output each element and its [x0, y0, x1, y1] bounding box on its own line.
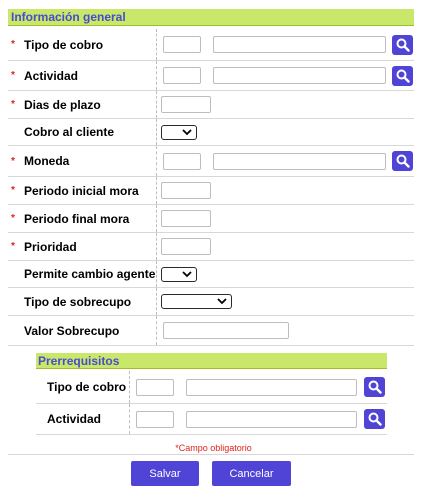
- row-valor-sobrecupo: Valor Sobrecupo: [8, 316, 414, 346]
- cobro-cliente-label: Cobro al cliente: [24, 125, 115, 139]
- chevron-down-icon: [182, 270, 192, 277]
- tipo-cobro-code-input[interactable]: [163, 36, 201, 53]
- periodo-final-label: Periodo final mora: [24, 211, 130, 226]
- pre-actividad-desc-input[interactable]: [186, 410, 357, 428]
- row-permite-cambio: Permite cambio agente: [8, 261, 414, 288]
- row-periodo-final: * Periodo final mora: [8, 205, 414, 233]
- search-icon: [396, 69, 410, 83]
- actividad-desc-input[interactable]: [213, 67, 386, 84]
- divider: [156, 316, 157, 345]
- row-actividad: * Actividad: [8, 61, 414, 91]
- search-icon: [396, 154, 410, 168]
- row-tipo-sobrecupo: Tipo de sobrecupo: [8, 288, 414, 316]
- tipo-sobrecupo-label: Tipo de sobrecupo: [24, 294, 132, 309]
- search-icon: [396, 38, 410, 52]
- pre-tipo-cobro-label: Tipo de cobro: [47, 380, 127, 394]
- permite-cambio-label: Permite cambio agente: [24, 267, 156, 281]
- dias-plazo-label: Dias de plazo: [24, 97, 101, 112]
- row-tipo-cobro: * Tipo de cobro: [8, 29, 414, 61]
- divider: [156, 29, 157, 60]
- required-note: *Campo obligatorio: [175, 443, 252, 453]
- periodo-inicial-input[interactable]: [161, 182, 211, 199]
- required-marker: *: [11, 155, 15, 167]
- prioridad-input[interactable]: [161, 238, 211, 255]
- pre-actividad-code-input[interactable]: [136, 410, 174, 428]
- cancel-button[interactable]: Cancelar: [212, 461, 291, 486]
- required-marker: *: [11, 39, 15, 50]
- divider: [156, 61, 157, 90]
- required-marker: *: [11, 241, 15, 252]
- dias-plazo-input[interactable]: [161, 96, 211, 113]
- divider: [129, 404, 130, 434]
- search-icon: [368, 412, 382, 426]
- tipo-cobro-desc-input[interactable]: [213, 36, 386, 53]
- divider: [156, 91, 157, 118]
- moneda-desc-input[interactable]: [213, 152, 386, 170]
- divider: [156, 146, 157, 176]
- footer-divider: [8, 454, 414, 455]
- permite-cambio-select[interactable]: [161, 266, 197, 282]
- row-pre-actividad: Actividad: [36, 404, 387, 435]
- actividad-label: Actividad: [24, 68, 79, 83]
- row-cobro-cliente: Cobro al cliente: [8, 119, 414, 146]
- required-marker: *: [11, 99, 15, 110]
- chevron-down-icon: [182, 128, 192, 135]
- row-pre-tipo-cobro: Tipo de cobro: [36, 371, 387, 404]
- actividad-code-input[interactable]: [163, 67, 201, 84]
- pre-tipo-cobro-code-input[interactable]: [136, 378, 174, 396]
- moneda-code-input[interactable]: [163, 152, 201, 170]
- valor-sobrecupo-label: Valor Sobrecupo: [24, 323, 120, 338]
- required-marker: *: [11, 213, 15, 224]
- valor-sobrecupo-input[interactable]: [163, 322, 289, 339]
- tipo-cobro-label: Tipo de cobro: [24, 37, 104, 52]
- divider: [156, 233, 157, 260]
- divider: [156, 177, 157, 204]
- moneda-search-button[interactable]: [392, 151, 413, 171]
- actividad-search-button[interactable]: [392, 65, 413, 86]
- periodo-inicial-label: Periodo inicial mora: [24, 183, 139, 198]
- section-header-prerrequisitos: Prerrequisitos: [36, 353, 387, 369]
- chevron-down-icon: [217, 298, 227, 305]
- row-periodo-inicial: * Periodo inicial mora: [8, 177, 414, 205]
- tipo-cobro-search-button[interactable]: [392, 34, 413, 55]
- prioridad-label: Prioridad: [24, 239, 77, 254]
- save-button[interactable]: Salvar: [131, 461, 199, 486]
- row-dias-plazo: * Dias de plazo: [8, 91, 414, 119]
- pre-actividad-search-button[interactable]: [364, 409, 385, 429]
- pre-actividad-label: Actividad: [47, 412, 102, 426]
- pre-tipo-cobro-search-button[interactable]: [364, 377, 385, 397]
- row-moneda: * Moneda: [8, 146, 414, 177]
- moneda-label: Moneda: [24, 154, 70, 168]
- tipo-sobrecupo-select[interactable]: [161, 294, 232, 309]
- pre-tipo-cobro-desc-input[interactable]: [186, 378, 357, 396]
- divider: [156, 288, 157, 315]
- required-marker: *: [11, 185, 15, 196]
- divider: [156, 205, 157, 232]
- section-header-general: Información general: [8, 9, 414, 26]
- required-marker: *: [11, 70, 15, 81]
- periodo-final-input[interactable]: [161, 210, 211, 227]
- divider: [156, 119, 157, 145]
- search-icon: [368, 380, 382, 394]
- divider: [156, 261, 157, 287]
- row-prioridad: * Prioridad: [8, 233, 414, 261]
- cobro-cliente-select[interactable]: [161, 124, 197, 140]
- divider: [129, 371, 130, 403]
